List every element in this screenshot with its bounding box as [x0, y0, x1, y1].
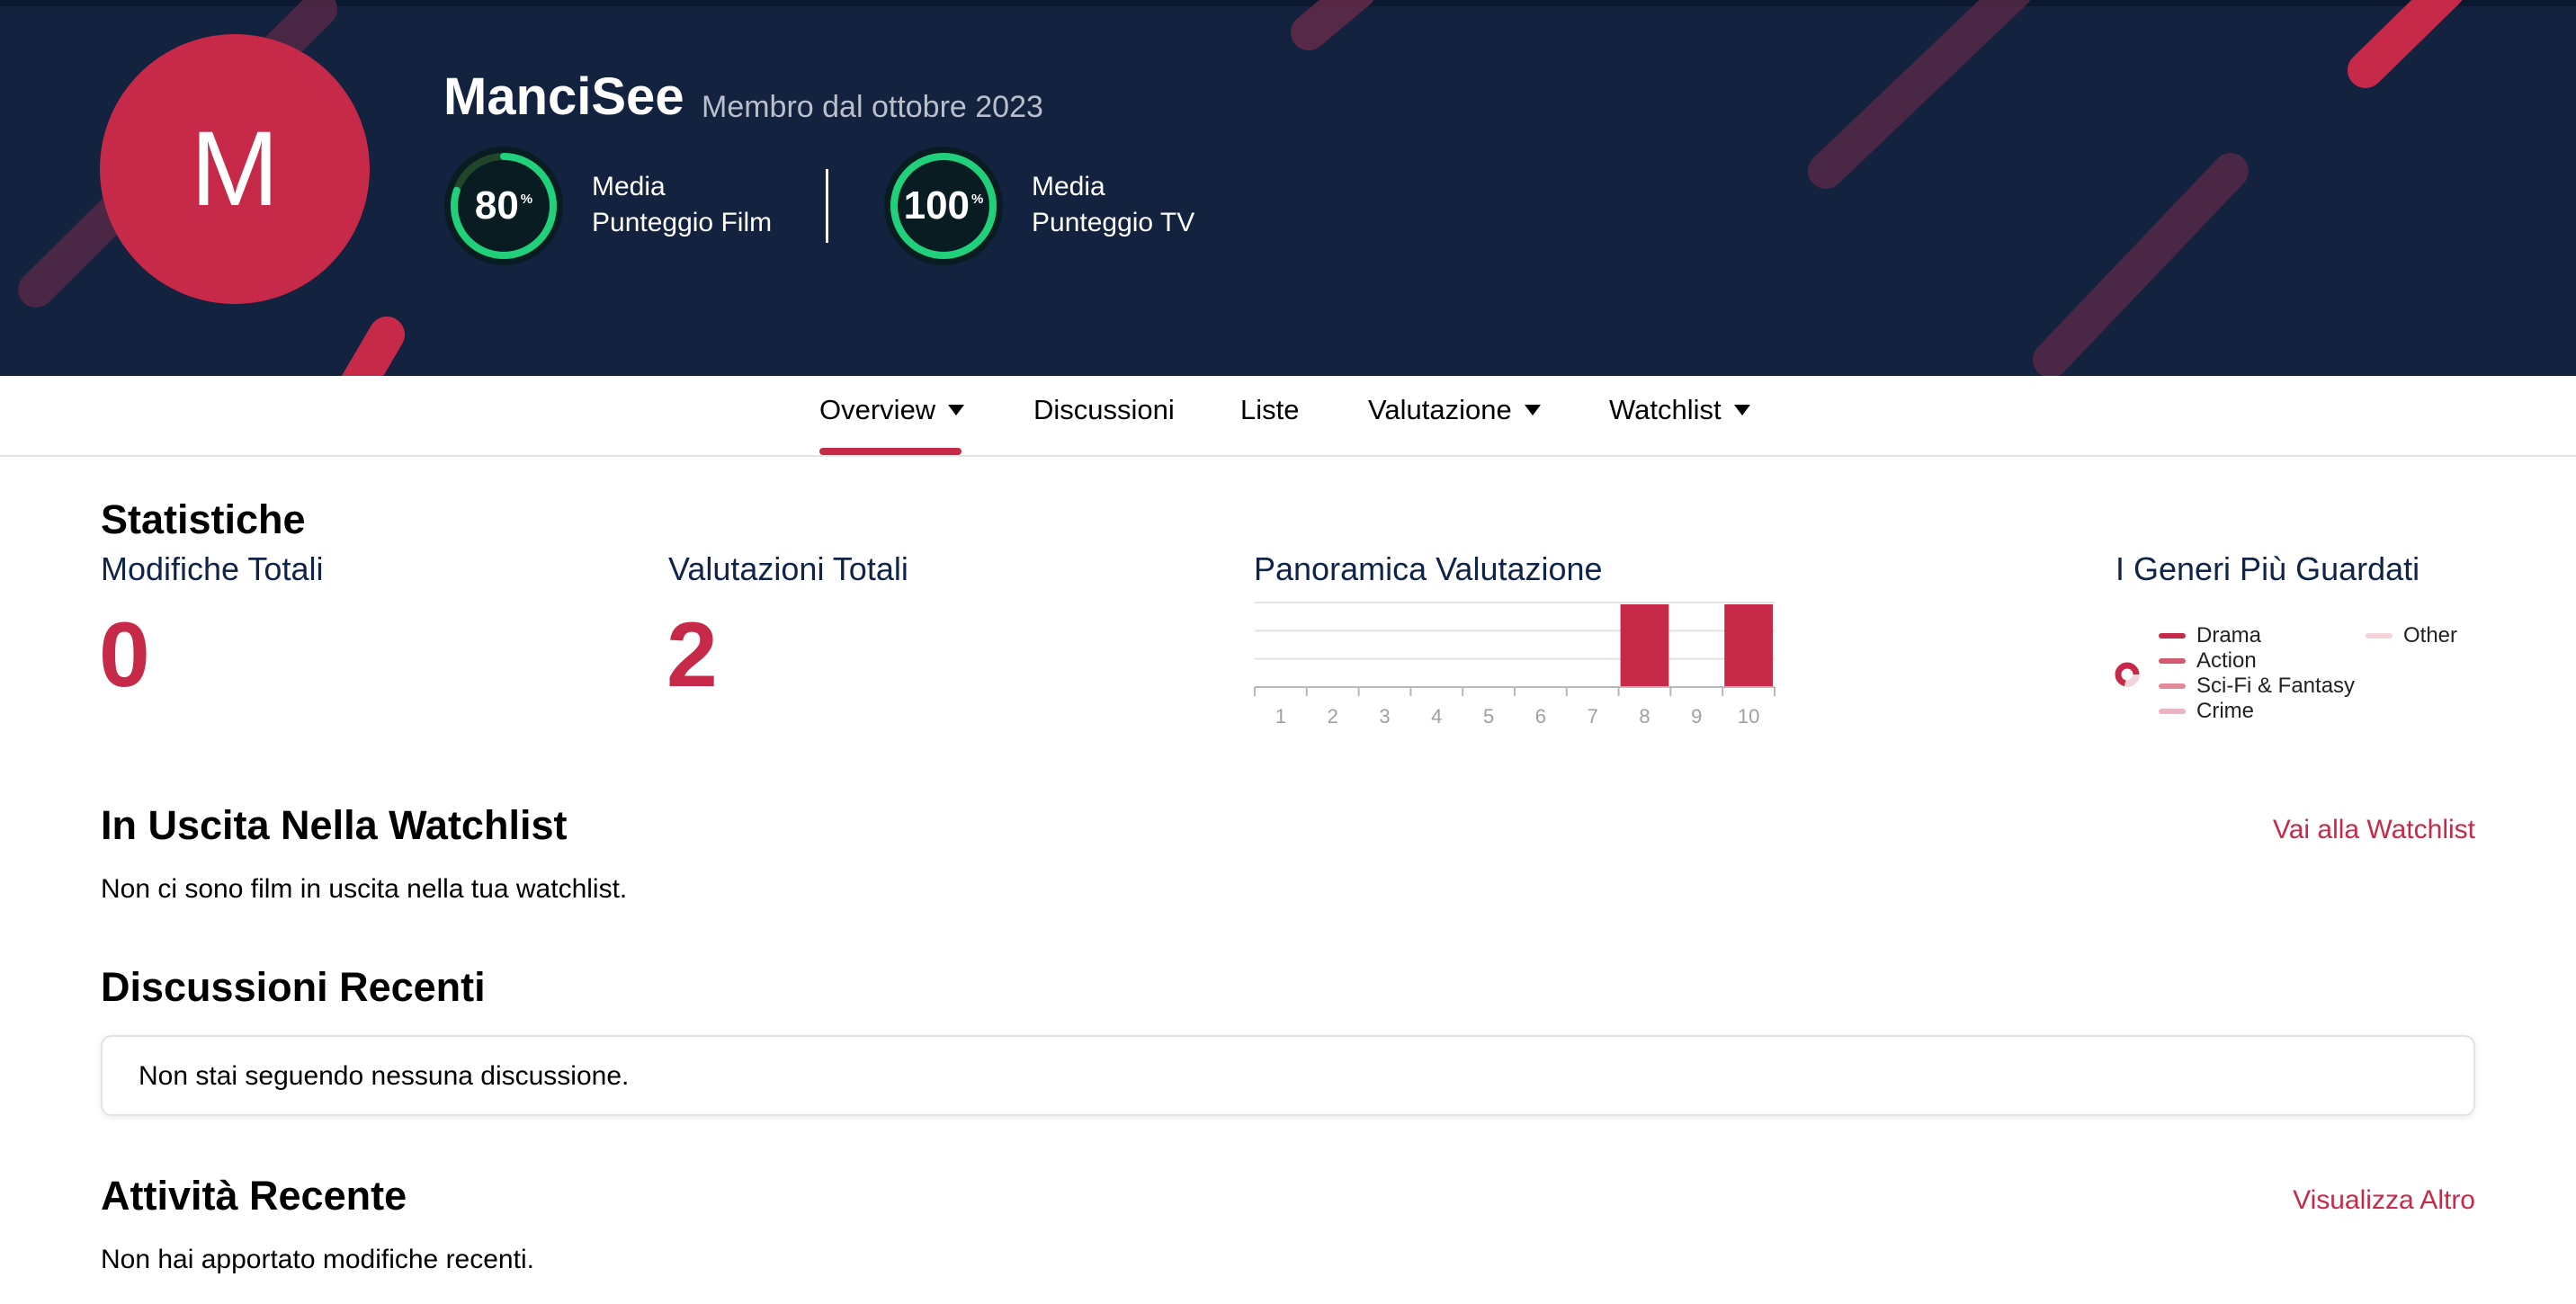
- stats-heading: Statistiche: [101, 496, 306, 542]
- total-ratings-value: 2: [666, 603, 718, 706]
- legend-swatch: [2366, 633, 2393, 639]
- header-decoration: [18, 0, 2463, 376]
- chart-tick-label: 8: [1639, 705, 1650, 728]
- film-score-ring: 80%: [444, 147, 563, 265]
- legend-item-other: Other: [2366, 623, 2457, 648]
- legend-swatch: [2159, 683, 2186, 689]
- rating-overview-chart: 1 2 3 4 5 6 7 8 9 10: [1254, 602, 1775, 728]
- rating-overview-label: Panoramica Valutazione: [1254, 550, 1603, 587]
- chart-tick-label: 7: [1588, 705, 1598, 728]
- discussions-empty-text: Non stai seguendo nessuna discussione.: [139, 1061, 630, 1091]
- username: ManciSee: [443, 67, 684, 126]
- view-more-link[interactable]: Visualizza Altro: [2293, 1185, 2475, 1216]
- genres-donut-chart: [2115, 662, 2140, 687]
- tv-score-ring: 100%: [884, 147, 1003, 265]
- avatar[interactable]: M: [100, 34, 370, 304]
- legend-item-scifi-fantasy: Sci-Fi & Fantasy: [2159, 674, 2355, 699]
- film-score-label: Media Punteggio Film: [592, 172, 773, 237]
- discussions-heading: Discussioni Recenti: [101, 964, 486, 1010]
- activity-empty-text: Non hai apportato modifiche recenti.: [101, 1245, 534, 1274]
- legend-item-action: Action: [2159, 648, 2257, 674]
- chart-tick-label: 2: [1328, 705, 1338, 728]
- tab-liste[interactable]: Liste: [1240, 394, 1299, 426]
- total-edits-label: Modifiche Totali: [101, 550, 324, 587]
- tv-score-label: Media Punteggio TV: [1032, 172, 1195, 237]
- top-genres-label: I Generi Più Guardati: [2115, 550, 2420, 587]
- legend-swatch: [2159, 633, 2186, 639]
- tv-score-value: 100%: [903, 183, 984, 228]
- discussions-card: Non stai seguendo nessuna discussione.: [101, 1035, 2475, 1116]
- watchlist-heading: In Uscita Nella Watchlist: [101, 802, 568, 848]
- chart-tick-label: 6: [1535, 705, 1546, 728]
- legend-item-crime: Crime: [2159, 699, 2254, 724]
- total-edits-value: 0: [99, 603, 150, 706]
- chart-tick-label: 9: [1691, 705, 1702, 728]
- go-to-watchlist-link[interactable]: Vai alla Watchlist: [2273, 815, 2475, 845]
- rating-bar-10[interactable]: [1724, 604, 1773, 686]
- score-divider: [826, 169, 828, 243]
- profile-nav: Overview Discussioni Liste Valutazione W…: [0, 376, 2576, 457]
- legend-swatch: [2159, 709, 2186, 714]
- chart-tick-label: 10: [1738, 705, 1759, 728]
- total-ratings-label: Valutazioni Totali: [668, 550, 908, 587]
- legend-item-drama: Drama: [2159, 623, 2261, 648]
- caret-down-icon: [1733, 405, 1750, 415]
- profile-header: M ManciSee Membro dal ottobre 2023 80% M…: [0, 0, 2576, 376]
- rating-bar-8[interactable]: [1620, 604, 1669, 686]
- active-tab-indicator: [819, 448, 962, 455]
- film-score-value: 80%: [474, 183, 533, 228]
- tab-overview[interactable]: Overview: [819, 394, 965, 426]
- activity-heading: Attività Recente: [101, 1173, 407, 1219]
- chart-tick-label: 4: [1431, 705, 1442, 728]
- caret-down-icon: [948, 405, 965, 415]
- tab-valutazione[interactable]: Valutazione: [1368, 394, 1541, 426]
- tab-discussioni[interactable]: Discussioni: [1033, 394, 1175, 426]
- tab-watchlist[interactable]: Watchlist: [1609, 394, 1750, 426]
- caret-down-icon: [1524, 405, 1541, 415]
- watchlist-empty-text: Non ci sono film in uscita nella tua wat…: [101, 874, 628, 904]
- member-since: Membro dal ottobre 2023: [702, 90, 1043, 124]
- chart-tick-label: 5: [1483, 705, 1494, 728]
- chart-tick-label: 3: [1379, 705, 1390, 728]
- chart-tick-label: 1: [1275, 705, 1286, 728]
- legend-swatch: [2159, 658, 2186, 664]
